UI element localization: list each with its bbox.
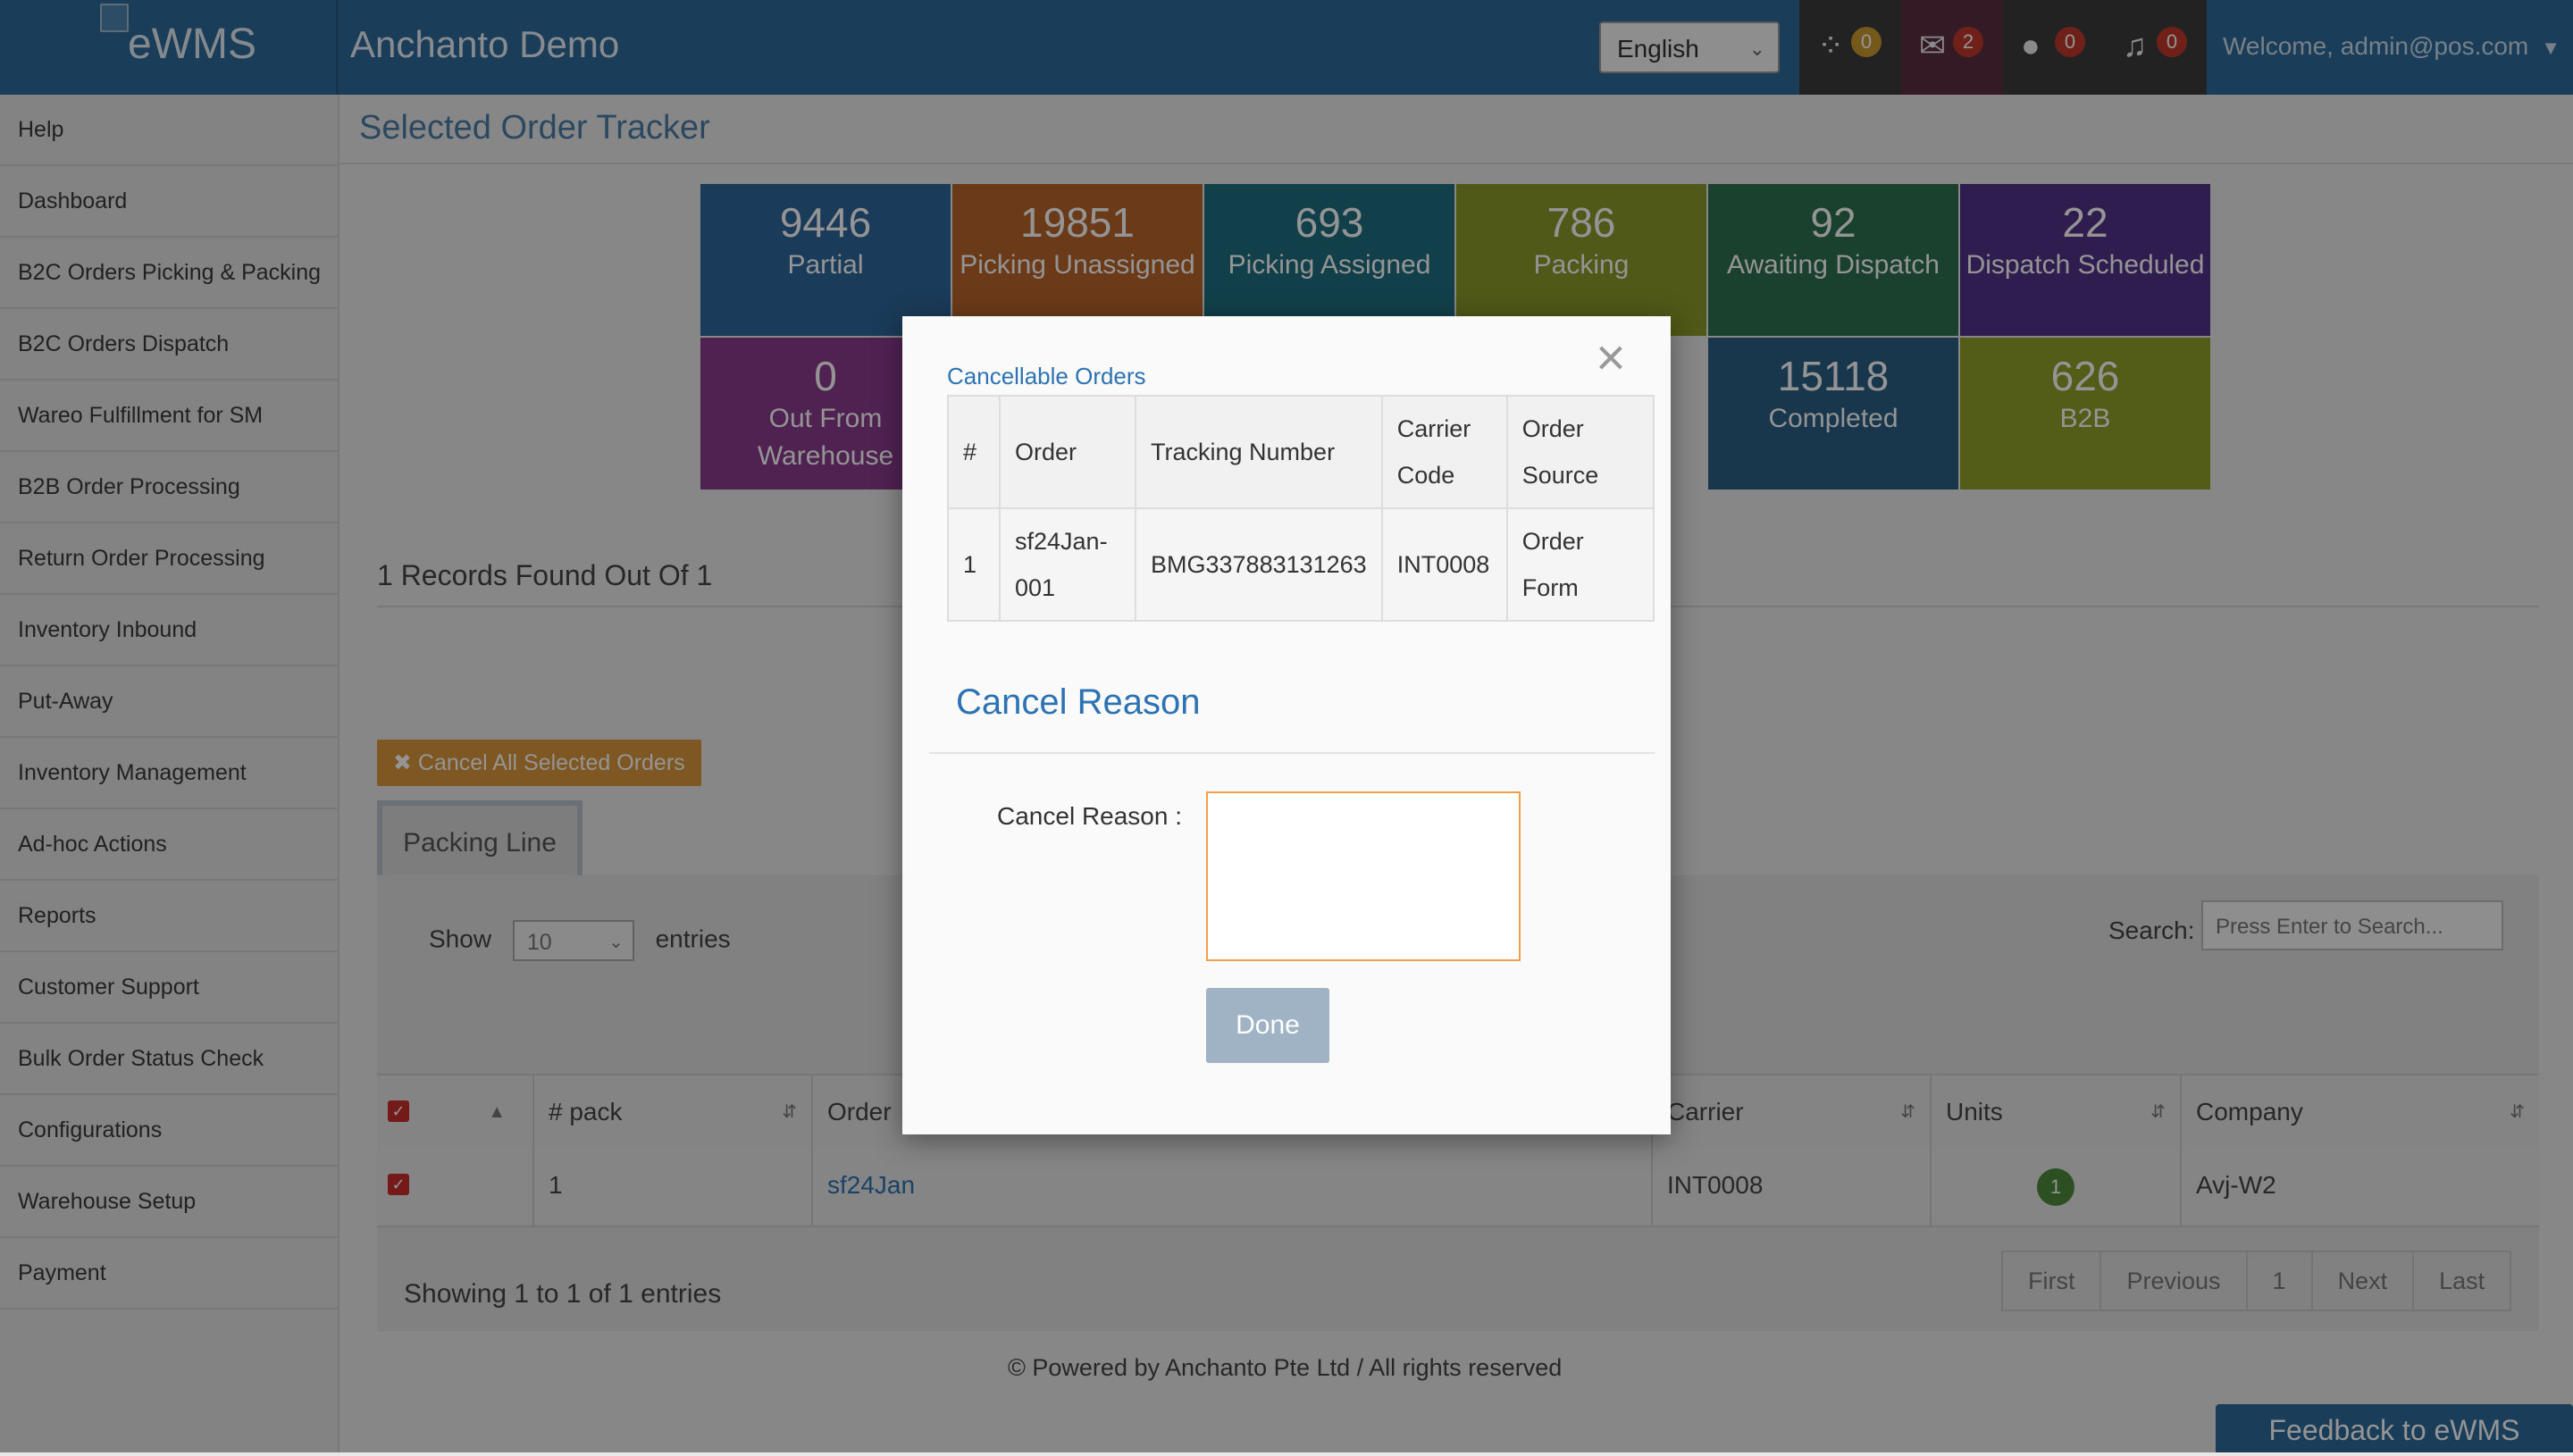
column-header: Order [999, 395, 1136, 509]
cancellable-orders-table: # Order Tracking Number Carrier Code Ord… [947, 395, 1655, 622]
cancel-reason-label: Cancel Reason : [997, 802, 1183, 830]
tracking-number: BMG337883131263 [1135, 507, 1383, 622]
column-header: Tracking Number [1135, 395, 1383, 509]
done-button[interactable]: Done [1206, 988, 1329, 1063]
order-id: sf24Jan-001 [999, 507, 1136, 622]
cancel-reason-textarea[interactable] [1206, 791, 1521, 961]
cancel-order-modal: × Cancellable Orders # Order Tracking Nu… [902, 316, 1671, 1134]
cancel-reason-title: Cancel Reason [956, 682, 1201, 722]
divider [929, 752, 1655, 754]
close-icon[interactable]: × [1596, 332, 1626, 384]
carrier-code: INT0008 [1380, 507, 1508, 622]
column-header: Order Source [1505, 395, 1655, 509]
column-header: # [947, 395, 1001, 509]
order-source: Order Form [1505, 507, 1655, 622]
column-header: Carrier Code [1380, 395, 1508, 509]
cancellable-orders-title: Cancellable Orders [947, 363, 1146, 389]
table-header-row: # Order Tracking Number Carrier Code Ord… [947, 395, 1655, 509]
table-row: 1 sf24Jan-001 BMG337883131263 INT0008 Or… [947, 507, 1655, 622]
row-index: 1 [947, 507, 1001, 622]
